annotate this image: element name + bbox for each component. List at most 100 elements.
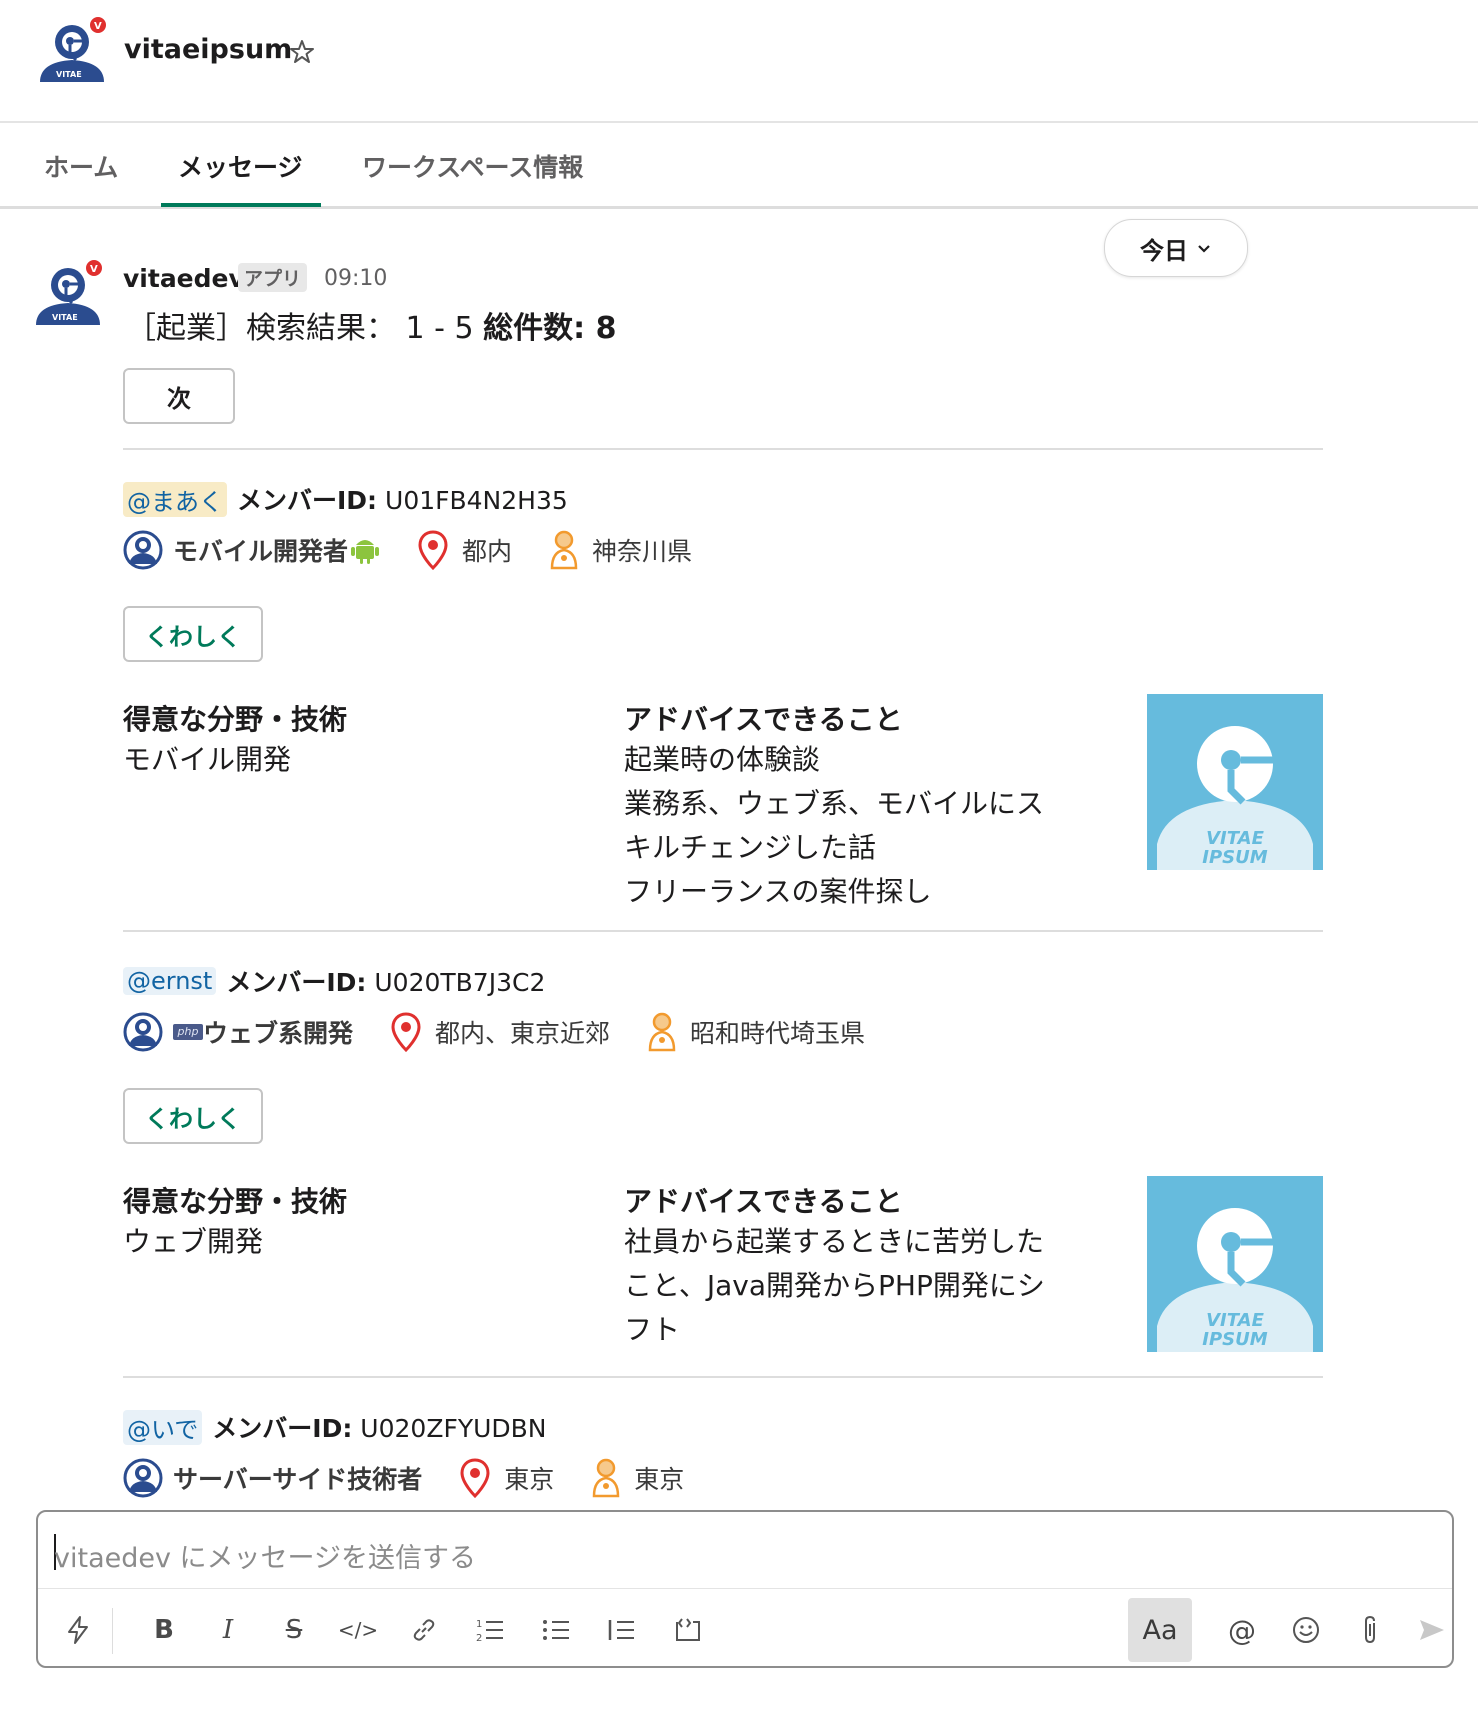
emoji-icon[interactable]: [1288, 1612, 1324, 1648]
member-meta: モバイル開発者 都内 神奈川県: [123, 530, 692, 570]
thumb-line1: VITAE: [1206, 1310, 1264, 1331]
member-role: サーバーサイド技術者: [173, 1465, 423, 1494]
advice-list: 起業時の体験談 業務系、ウェブ系、モバイルにス キルチェンジした話 フリーランス…: [624, 738, 1064, 914]
composer-divider: [38, 1588, 1452, 1589]
advice-line: 業務系、ウェブ系、モバイルにス: [624, 787, 1045, 820]
toolbar-separator: [112, 1608, 113, 1654]
baby-icon: [590, 1458, 622, 1498]
member-location: 都内: [462, 537, 513, 566]
member-role: ウェブ系開発: [203, 1019, 354, 1048]
svg-text:2: 2: [476, 1633, 482, 1644]
location-pin-icon: [418, 530, 448, 570]
member-id-label: メンバーID:: [226, 968, 367, 997]
member-origin: 昭和時代埼玉県: [690, 1019, 866, 1048]
advice-list: 社員から起業するときに苦労した こと、Java開発からPHP開発にシ フト: [624, 1220, 1064, 1352]
role-icon: [123, 530, 163, 570]
member-id: U01FB4N2H35: [385, 486, 568, 515]
code-block-icon[interactable]: [670, 1612, 706, 1648]
role-icon: [123, 1458, 163, 1498]
message-input[interactable]: vitaedev にメッセージを送信する: [54, 1536, 476, 1575]
advice-line: フリーランスの案件探し: [624, 875, 932, 908]
message-composer: vitaedev にメッセージを送信する B I S </> 12 Aa @: [36, 1510, 1454, 1668]
member-location: 都内、東京近郊: [435, 1019, 611, 1048]
baby-icon: [646, 1012, 678, 1052]
italic-icon[interactable]: I: [210, 1612, 246, 1648]
member-origin: 東京: [634, 1465, 685, 1494]
advice-line: キルチェンジした話: [624, 831, 877, 864]
member-id-label: メンバーID:: [237, 486, 378, 515]
member-thumbnail[interactable]: VITAE IPSUM: [1147, 1176, 1323, 1352]
member-meta: php ウェブ系開発 都内、東京近郊 昭和時代埼玉県: [123, 1012, 865, 1052]
formatting-toggle-button[interactable]: Aa: [1128, 1598, 1192, 1662]
send-icon[interactable]: [1414, 1612, 1450, 1648]
android-icon: [350, 535, 380, 565]
member-header: @いで メンバーID: U020ZFYUDBN: [123, 1409, 547, 1445]
skills-title: 得意な分野・技術: [123, 703, 348, 736]
tab-workspace-info[interactable]: ワークスペース情報: [362, 148, 583, 184]
code-icon[interactable]: </>: [338, 1612, 378, 1648]
member-location: 東京: [504, 1465, 555, 1494]
header-divider: [0, 121, 1478, 123]
bold-icon[interactable]: B: [146, 1612, 182, 1648]
location-pin-icon: [460, 1458, 490, 1498]
result-divider: [123, 930, 1323, 932]
date-filter-label: 今日: [1140, 236, 1188, 265]
mention-icon[interactable]: @: [1224, 1612, 1260, 1648]
advice-line: 起業時の体験談: [624, 743, 821, 776]
link-icon[interactable]: [406, 1612, 442, 1648]
advice-line: こと、Java開発からPHP開発にシ: [624, 1269, 1045, 1302]
member-id: U020TB7J3C2: [374, 968, 546, 997]
php-icon: php: [173, 1024, 203, 1040]
headline-total: 総件数: 8: [483, 311, 617, 346]
member-mention[interactable]: @いで: [123, 1409, 203, 1445]
member-thumbnail[interactable]: VITAE IPSUM: [1147, 694, 1323, 870]
svg-text:1: 1: [476, 1619, 482, 1630]
attachment-icon[interactable]: [1352, 1612, 1388, 1648]
skills-value: ウェブ開発: [123, 1225, 264, 1258]
thumb-line1: VITAE: [1206, 828, 1264, 849]
result-divider: [123, 448, 1323, 450]
advice-title: アドバイスできること: [624, 1185, 903, 1218]
thumb-line2: IPSUM: [1202, 847, 1267, 868]
tab-home[interactable]: ホーム: [44, 148, 118, 184]
tab-messages[interactable]: メッセージ: [178, 148, 303, 184]
strikethrough-icon[interactable]: S: [276, 1612, 312, 1648]
workspace-avatar: [36, 16, 108, 88]
ordered-list-icon[interactable]: 12: [472, 1612, 508, 1648]
role-icon: [123, 1012, 163, 1052]
star-icon[interactable]: [288, 38, 316, 66]
bot-avatar[interactable]: [32, 259, 104, 331]
active-tab-indicator: [161, 203, 321, 207]
member-id-label: メンバーID:: [212, 1414, 353, 1443]
date-filter-button[interactable]: 今日: [1104, 219, 1248, 277]
member-mention[interactable]: @まあく: [123, 481, 227, 517]
skills-value: モバイル開発: [123, 743, 292, 776]
location-pin-icon: [391, 1012, 421, 1052]
search-result-headline: ［起業］検索結果： 1 - 5 総件数: 8: [126, 303, 616, 347]
member-header: @まあく メンバーID: U01FB4N2H35: [123, 481, 568, 517]
detail-button[interactable]: くわしく: [123, 606, 263, 662]
sender-name[interactable]: vitaedev: [123, 264, 245, 293]
advice-line: フト: [624, 1313, 681, 1346]
bullet-list-icon[interactable]: [538, 1612, 574, 1648]
workspace-name[interactable]: vitaeipsum: [124, 34, 292, 65]
member-meta: サーバーサイド技術者 東京 東京: [123, 1458, 684, 1498]
app-badge: アプリ: [238, 263, 308, 292]
blockquote-icon[interactable]: [604, 1612, 640, 1648]
member-header: @ernst メンバーID: U020TB7J3C2: [123, 963, 545, 999]
baby-icon: [548, 530, 580, 570]
member-mention[interactable]: @ernst: [123, 967, 217, 995]
detail-button[interactable]: くわしく: [123, 1088, 263, 1144]
message-time[interactable]: 09:10: [324, 266, 387, 291]
skills-title: 得意な分野・技術: [123, 1185, 348, 1218]
thumb-line2: IPSUM: [1202, 1329, 1267, 1350]
advice-line: 社員から起業するときに苦労した: [624, 1225, 1045, 1258]
member-id: U020ZFYUDBN: [360, 1414, 547, 1443]
member-role: モバイル開発者: [173, 537, 349, 566]
next-button[interactable]: 次: [123, 368, 235, 424]
chevron-down-icon: [1198, 245, 1210, 253]
result-divider: [123, 1376, 1323, 1378]
headline-range: ［起業］検索結果： 1 - 5: [126, 311, 484, 346]
member-origin: 神奈川県: [592, 537, 693, 566]
shortcuts-lightning-icon[interactable]: [60, 1612, 96, 1648]
